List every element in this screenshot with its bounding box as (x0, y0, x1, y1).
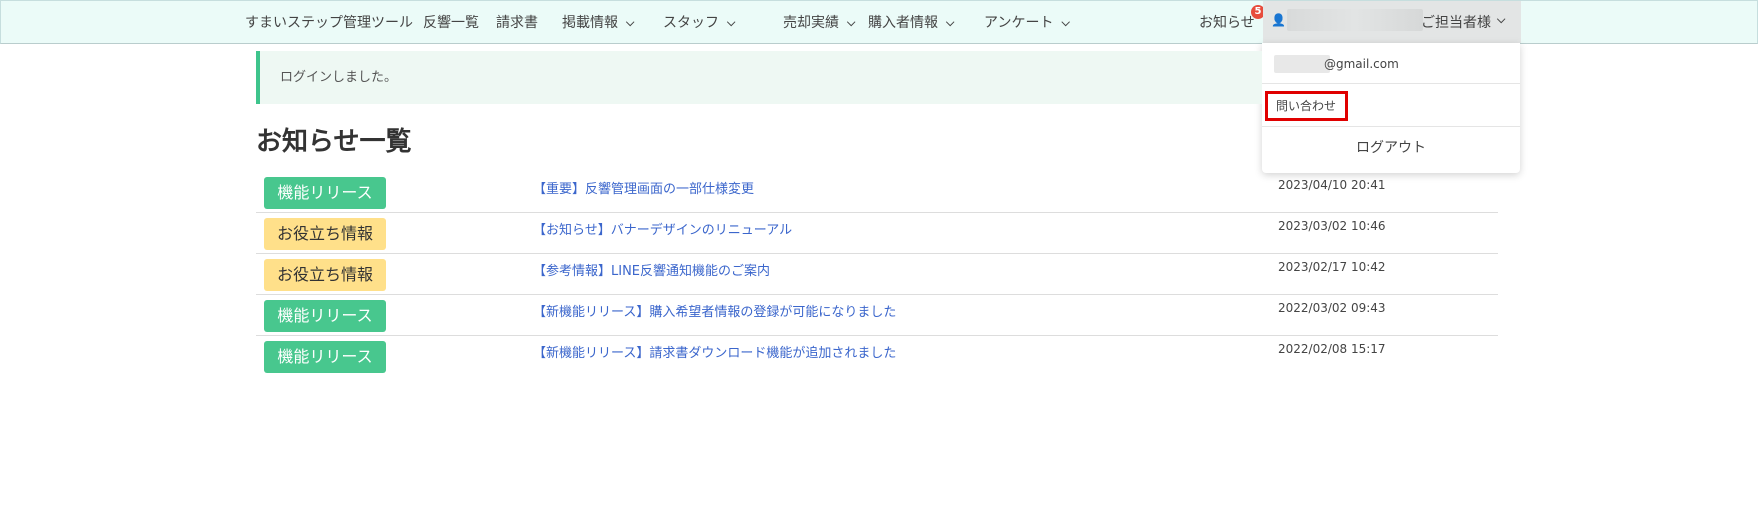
user-name-redacted (1287, 9, 1423, 31)
news-date: 2023/02/17 10:42 (1278, 260, 1386, 274)
chevron-down-icon: ⌵ (1061, 16, 1070, 29)
page-title: お知らせ一覧 (256, 127, 412, 157)
nav-invoices[interactable]: 請求書 (496, 12, 538, 32)
table-row: 機能リリース 【新機能リリース】請求書ダウンロード機能が追加されました 2022… (256, 336, 1498, 376)
nav-survey[interactable]: アンケート ⌵ (984, 12, 1070, 32)
nav-sales-results-label: 売却実績 (783, 15, 839, 31)
table-row: 機能リリース 【新機能リリース】購入希望者情報の登録が可能になりました 2022… (256, 295, 1498, 336)
news-title-link[interactable]: 【新機能リリース】請求書ダウンロード機能が追加されました (533, 342, 896, 361)
nav-listing-info[interactable]: 掲載情報 ⌵ (562, 12, 634, 32)
category-badge: 機能リリース (264, 300, 386, 332)
top-navbar: すまいステップ管理ツール 反響一覧 請求書 掲載情報 ⌵ スタッフ ⌵ 売却実績 ⌵ … (0, 0, 1758, 44)
divider (1262, 83, 1520, 84)
nav-notifications[interactable]: お知らせ (1199, 12, 1255, 32)
nav-survey-label: アンケート (984, 15, 1054, 31)
table-row: お役立ち情報 【お知らせ】バナーデザインのリニューアル 2023/03/02 1… (256, 213, 1498, 254)
user-icon: 👤 (1271, 13, 1286, 27)
chevron-down-icon: ⌵ (1497, 13, 1506, 26)
category-badge: 機能リリース (264, 177, 386, 209)
news-date: 2023/04/10 20:41 (1278, 178, 1386, 192)
nav-inquiries[interactable]: 反響一覧 (423, 12, 479, 32)
login-success-alert: ログインしました。 (256, 51, 1262, 104)
nav-sales-results[interactable]: 売却実績 ⌵ (783, 12, 855, 32)
nav-staff-label: スタッフ (663, 15, 719, 31)
chevron-down-icon: ⌵ (727, 16, 736, 29)
table-row: お役立ち情報 【参考情報】LINE反響通知機能のご案内 2023/02/17 1… (256, 254, 1498, 295)
table-row: 機能リリース 【重要】反響管理画面の一部仕様変更 2023/04/10 20:4… (256, 172, 1498, 213)
contact-menu-item[interactable]: 問い合わせ (1265, 91, 1348, 121)
divider (1262, 126, 1520, 127)
nav-staff[interactable]: スタッフ ⌵ (663, 12, 735, 32)
nav-buyer-info-label: 購入者情報 (868, 15, 938, 31)
news-date: 2023/03/02 10:46 (1278, 219, 1386, 233)
nav-listing-info-label: 掲載情報 (562, 15, 618, 31)
news-title-link[interactable]: 【新機能リリース】購入希望者情報の登録が可能になりました (533, 301, 896, 320)
user-menu-toggle[interactable]: 👤 ご担当者様 ⌵ (1263, 1, 1521, 43)
news-title-link[interactable]: 【お知らせ】バナーデザインのリニューアル (533, 219, 792, 238)
nav-buyer-info[interactable]: 購入者情報 ⌵ (868, 12, 954, 32)
news-title-link[interactable]: 【重要】反響管理画面の一部仕様変更 (533, 178, 754, 197)
user-label: ご担当者様 (1421, 15, 1491, 31)
chevron-down-icon: ⌵ (946, 16, 955, 29)
user-dropdown-menu: @gmail.com 問い合わせ ログアウト (1262, 43, 1520, 173)
logout-menu-item[interactable]: ログアウト (1262, 137, 1520, 157)
category-badge: 機能リリース (264, 341, 386, 373)
category-badge: お役立ち情報 (264, 259, 386, 291)
user-email: @gmail.com (1324, 57, 1399, 71)
chevron-down-icon: ⌵ (626, 16, 635, 29)
news-date: 2022/02/08 15:17 (1278, 342, 1386, 356)
brand-link[interactable]: すまいステップ管理ツール (245, 12, 413, 32)
chevron-down-icon: ⌵ (847, 16, 856, 29)
news-table: 機能リリース 【重要】反響管理画面の一部仕様変更 2023/04/10 20:4… (256, 172, 1498, 376)
news-title-link[interactable]: 【参考情報】LINE反響通知機能のご案内 (533, 260, 770, 279)
news-date: 2022/03/02 09:43 (1278, 301, 1386, 315)
email-redacted (1274, 55, 1330, 73)
category-badge: お役立ち情報 (264, 218, 386, 250)
